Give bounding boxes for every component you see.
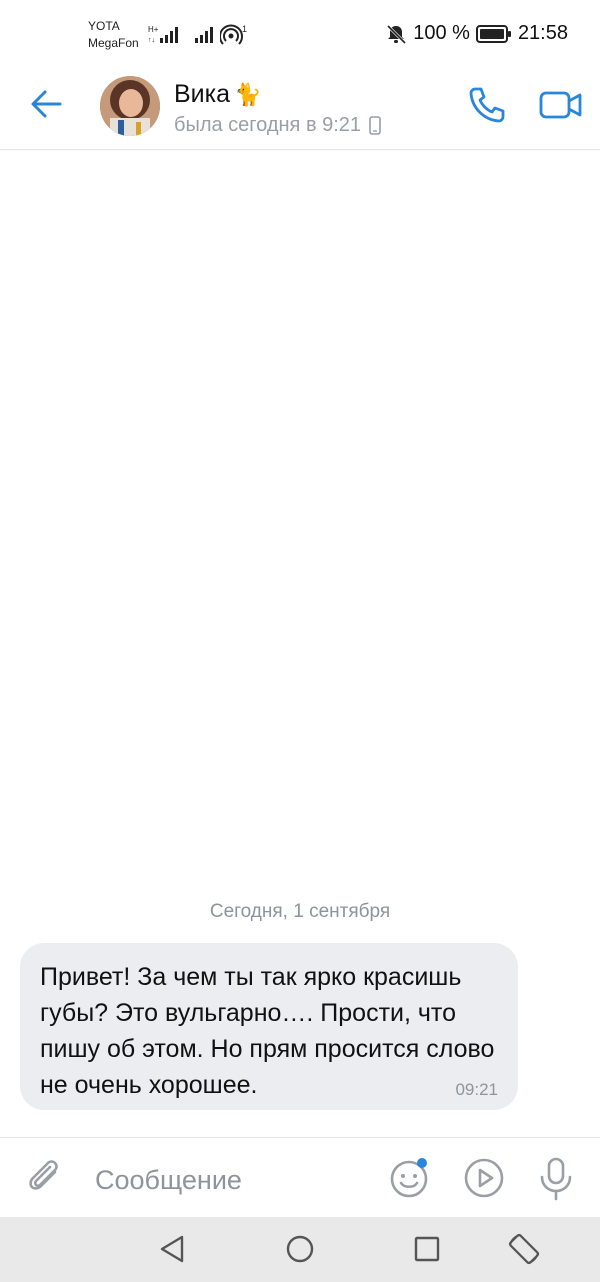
back-arrow-icon[interactable]: [26, 84, 66, 124]
chat-header: Вика 🐈 была сегодня в 9:21: [0, 64, 600, 150]
video-camera-icon[interactable]: [538, 86, 584, 124]
paperclip-icon[interactable]: [26, 1158, 68, 1200]
bell-muted-icon: [387, 24, 407, 44]
hotspot-icon: 1: [220, 24, 247, 45]
hotspot-count: 1: [242, 24, 247, 34]
carrier-names: YOTA MegaFon: [88, 18, 139, 52]
carrier-1: YOTA: [88, 19, 120, 33]
date-separator: Сегодня, 1 сентября: [209, 901, 391, 922]
signal-1-icon: H+ ↑↓: [148, 25, 178, 44]
nav-back-icon[interactable]: [154, 1231, 190, 1267]
network-type: H+: [148, 25, 159, 34]
battery-icon: [475, 24, 511, 43]
clock: 21:58: [517, 22, 568, 44]
nav-home-icon[interactable]: [282, 1231, 318, 1267]
avatar[interactable]: [100, 76, 160, 136]
notification-dot: [417, 1158, 427, 1168]
last-seen: была сегодня в 9:21: [174, 114, 362, 136]
contact-name-row[interactable]: Вика 🐈: [174, 80, 261, 109]
message-input[interactable]: [95, 1162, 355, 1198]
contact-name: Вика: [174, 80, 231, 108]
battery-percent: 100 %: [413, 22, 470, 44]
carrier-2: MegaFon: [88, 36, 139, 50]
message-text: Привет! За чем ты так ярко красишь губы?…: [40, 963, 495, 1099]
signal-2-icon: [195, 27, 213, 43]
nav-recents-icon[interactable]: [409, 1231, 445, 1267]
cat-emoji-icon: 🐈: [234, 81, 262, 107]
message-time: 09:21: [455, 1080, 498, 1099]
system-navigation-bar: [0, 1217, 600, 1282]
last-seen-row: была сегодня в 9:21: [174, 114, 381, 137]
play-circle-icon[interactable]: [462, 1156, 506, 1200]
svg-text:↑↓: ↑↓: [148, 37, 155, 44]
avatar-photo: [100, 76, 160, 136]
smile-icon[interactable]: [388, 1156, 432, 1200]
phone-icon[interactable]: [466, 84, 508, 126]
status-bar: YOTA MegaFon H+ ↑↓ 1 100 % 21:58: [0, 0, 600, 64]
rotate-icon[interactable]: [506, 1231, 542, 1267]
status-right: 100 % 21:58: [385, 22, 568, 45]
mobile-device-icon: [369, 115, 381, 135]
message-bubble[interactable]: Привет! За чем ты так ярко красишь губы?…: [20, 943, 518, 1110]
message-composer: [0, 1137, 600, 1217]
message-list[interactable]: Сегодня, 1 сентября Привет! За чем ты та…: [0, 151, 600, 1137]
microphone-icon[interactable]: [536, 1156, 576, 1202]
